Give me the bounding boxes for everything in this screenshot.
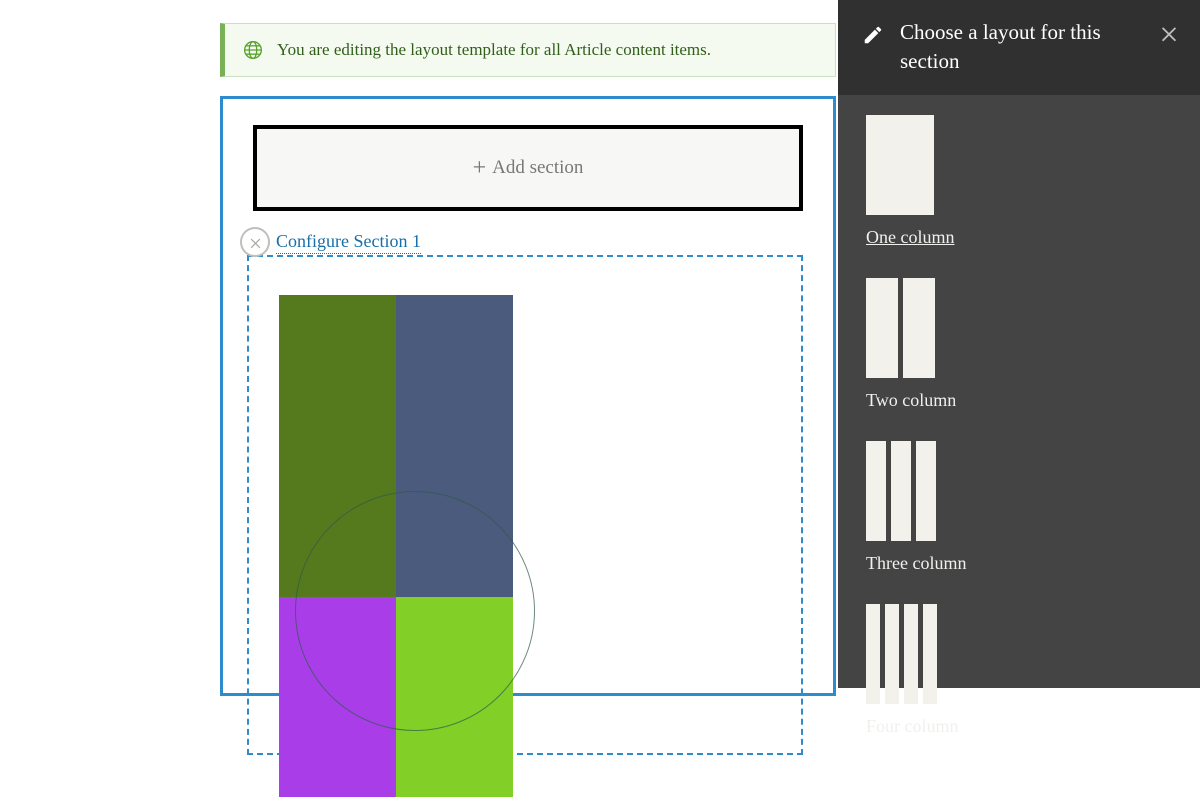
panel-body: One column Two column Three column Four …: [838, 95, 1200, 787]
media-block: [279, 295, 513, 795]
panel-header: Choose a layout for this section: [838, 0, 1200, 95]
plus-icon: +: [473, 156, 487, 180]
panel-close-button[interactable]: [1158, 22, 1180, 44]
configure-section-link[interactable]: Configure Section 1: [276, 231, 421, 254]
globe-icon: [243, 40, 263, 60]
layout-thumb: [866, 441, 1172, 541]
add-section-button[interactable]: + Add section: [253, 125, 803, 211]
layout-canvas: + Add section Configure Section 1: [220, 96, 836, 696]
remove-section-button[interactable]: [240, 227, 270, 257]
add-section-label: Add section: [492, 157, 583, 179]
layout-thumb: [866, 278, 1172, 378]
status-message: You are editing the layout template for …: [220, 23, 836, 77]
media-circle: [295, 491, 535, 731]
layout-option-one-column[interactable]: One column: [866, 115, 1172, 248]
pencil-icon: [862, 24, 884, 46]
status-message-text: You are editing the layout template for …: [277, 40, 711, 60]
section-body[interactable]: [247, 255, 803, 755]
layout-option-four-column[interactable]: Four column: [866, 604, 1172, 737]
layout-thumb: [866, 604, 1172, 704]
layout-option-label: Three column: [866, 553, 1172, 574]
close-icon: [1158, 22, 1180, 44]
layout-option-three-column[interactable]: Three column: [866, 441, 1172, 574]
layout-option-label: One column: [866, 227, 1172, 248]
close-icon: [248, 235, 263, 250]
layout-thumb: [866, 115, 1172, 215]
panel-title: Choose a layout for this section: [900, 18, 1148, 77]
layout-option-label: Four column: [866, 716, 1172, 737]
layout-chooser-panel: Choose a layout for this section One col…: [838, 0, 1200, 688]
layout-option-two-column[interactable]: Two column: [866, 278, 1172, 411]
layout-option-label: Two column: [866, 390, 1172, 411]
main-content: You are editing the layout template for …: [220, 23, 836, 696]
section-header: Configure Section 1: [243, 227, 803, 257]
